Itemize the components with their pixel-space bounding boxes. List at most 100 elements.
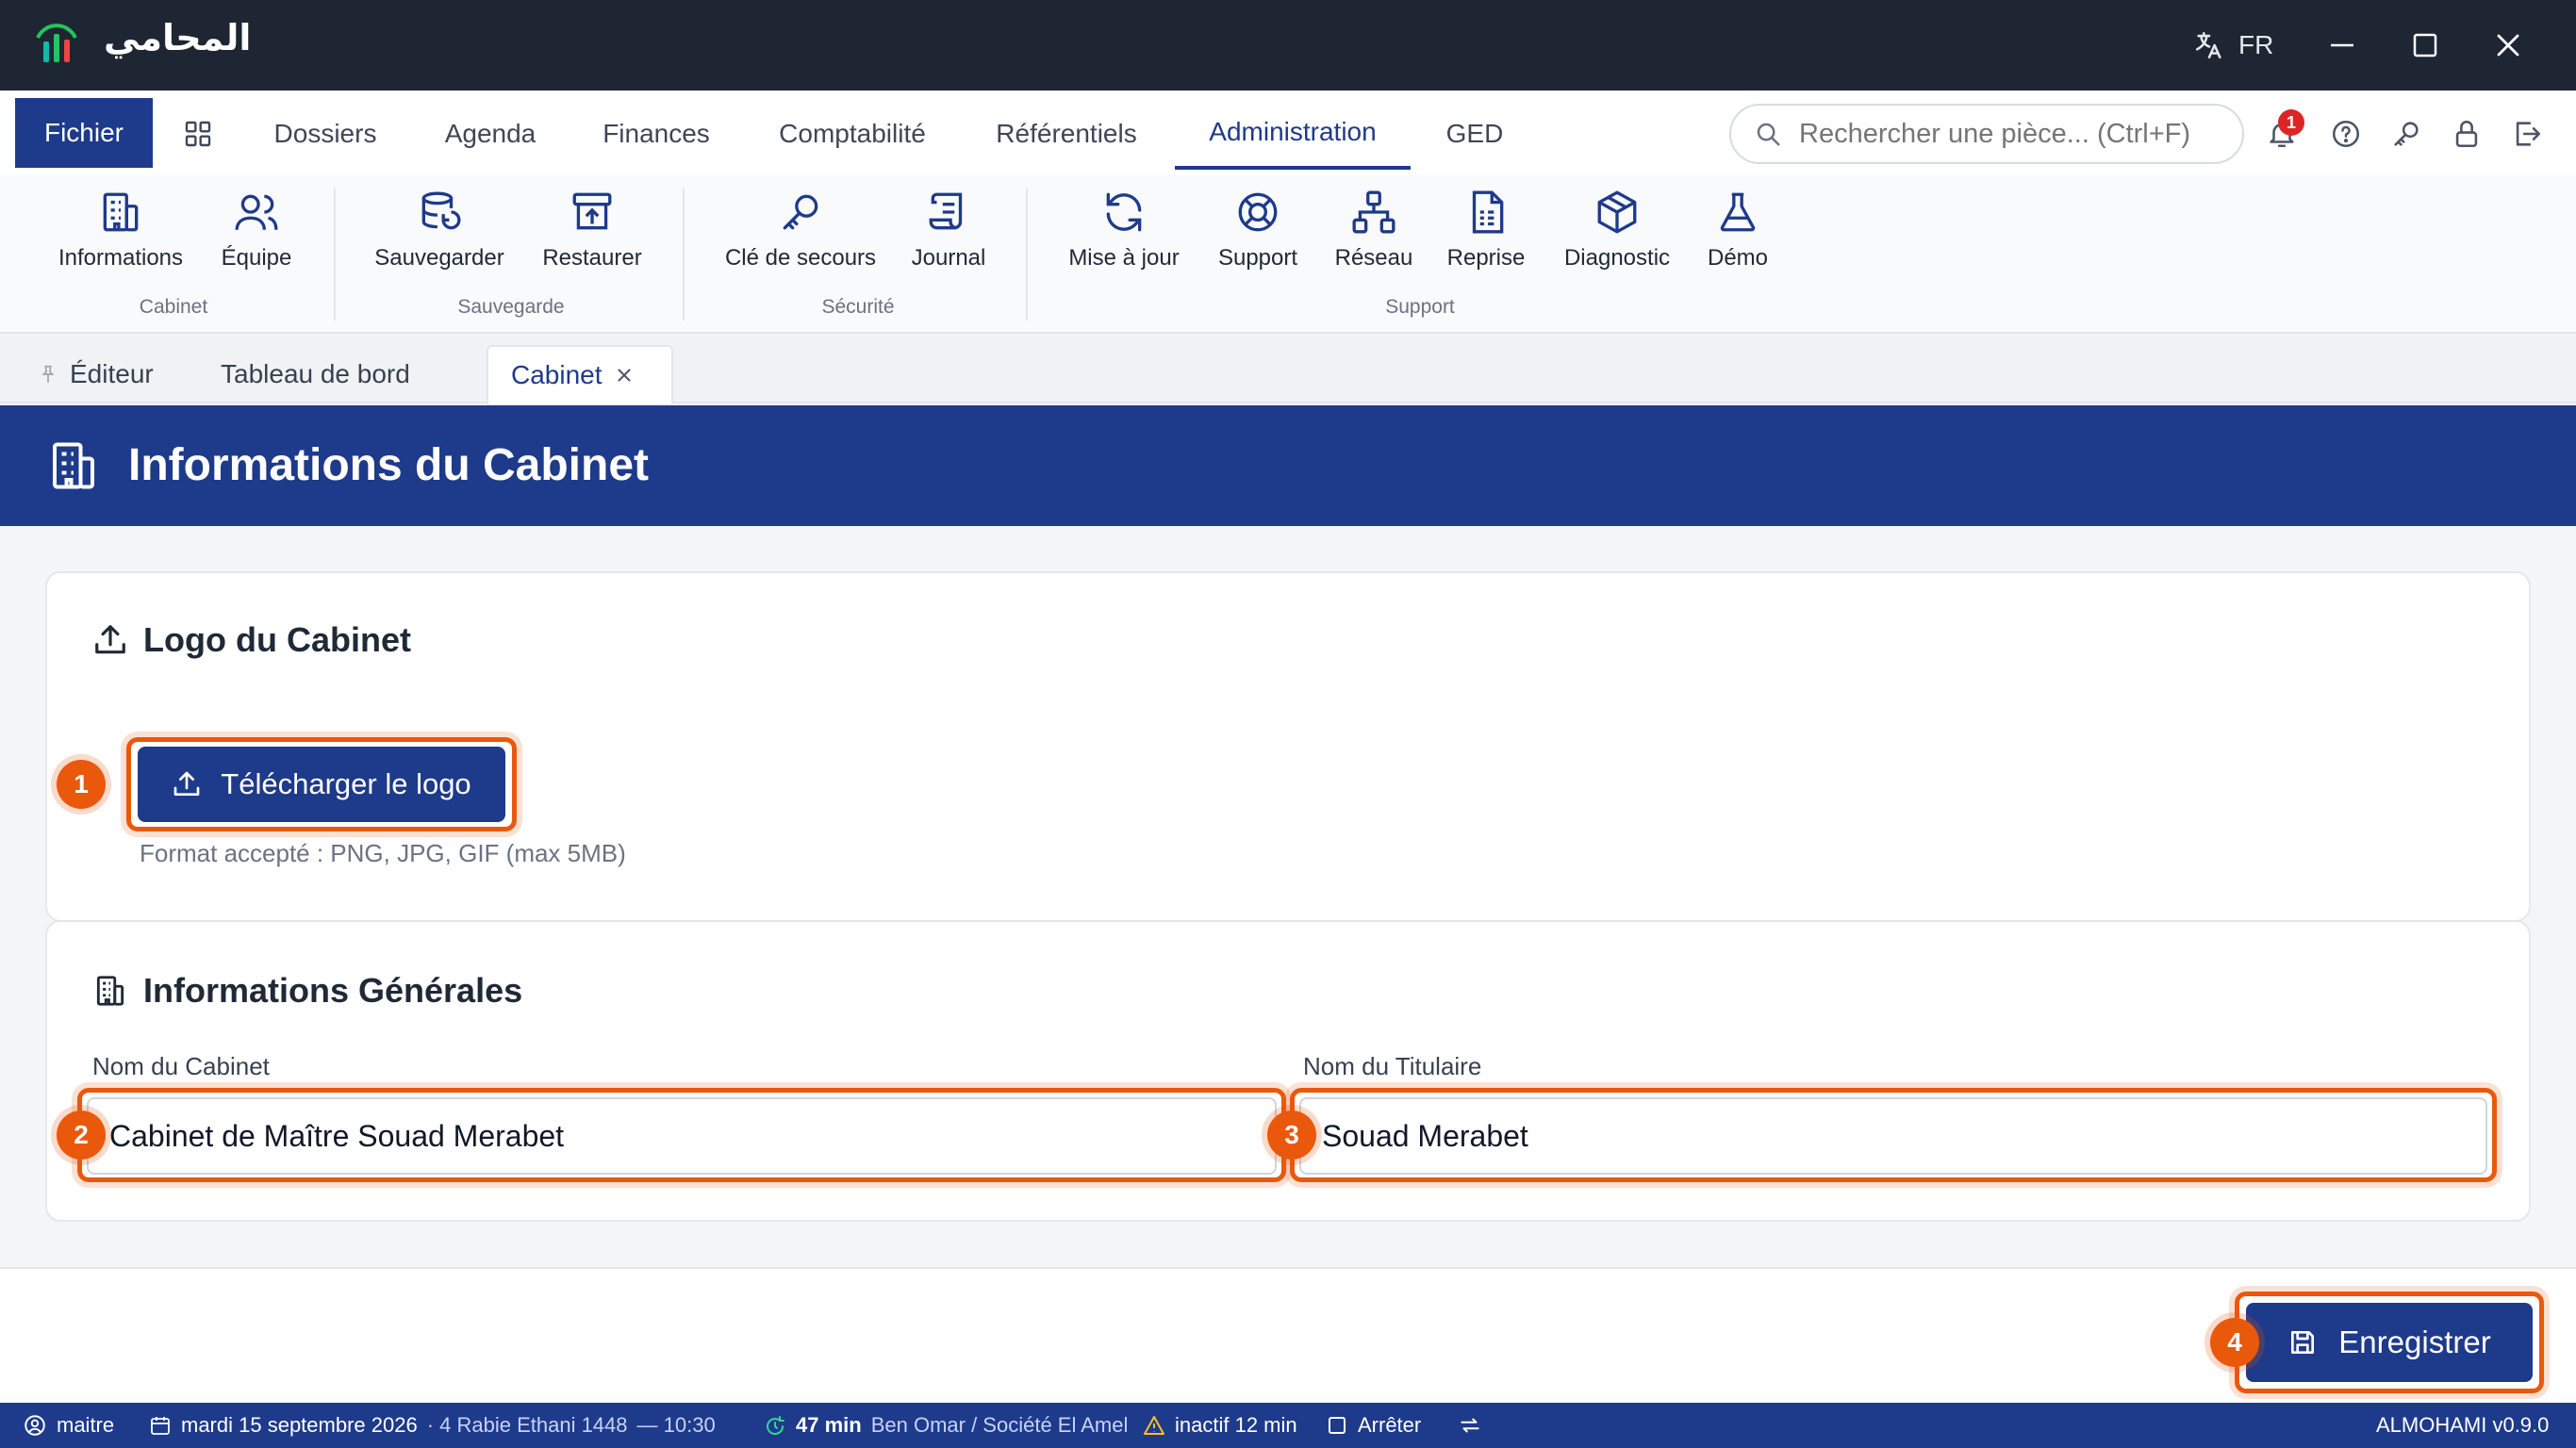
notifications-button[interactable]: 1 [2257,109,2306,158]
ribbon-separator [334,189,336,321]
ribbon-group-sauvegarde-label: Sauvegarde [457,296,565,318]
ribbon-support-label: Support [1217,245,1298,271]
lock-button[interactable] [2442,109,2491,158]
archive-restore-icon [572,192,612,230]
status-timer: 47 min Ben Omar / Société El Amel [764,1403,1128,1448]
ribbon-group-support-label: Support [1385,296,1455,318]
ribbon-reprise-label: Reprise [1446,245,1526,271]
status-bar: maitre mardi 15 septembre 2026 · 4 Rabie… [0,1403,2576,1448]
cabinet-name-input[interactable] [87,1097,1277,1175]
flask-icon [1720,192,1756,232]
ribbon-journal-label: Journal [911,245,986,271]
building-icon [103,192,139,232]
tab-dossiers[interactable]: Dossiers [260,98,390,170]
users-icon [235,194,278,230]
search-input[interactable] [1799,118,2214,150]
ribbon-group-cabinet-label: Cabinet [139,296,208,318]
status-inactive-text: inactif 12 min [1175,1413,1297,1437]
doc-tab-editeur-label: Éditeur [70,359,154,388]
language-label: FR [2238,30,2274,59]
tab-fichier[interactable]: Fichier [15,98,153,168]
ribbon-tab-bar: Fichier Dossiers Agenda Finances Comptab… [0,90,2576,175]
doc-tab-cabinet-label: Cabinet [511,360,603,389]
building-icon [53,442,94,489]
save-icon [2291,1331,2315,1354]
tab-comptabilite[interactable]: Comptabilité [760,98,945,170]
box-icon [1597,190,1637,234]
notification-count-badge: 1 [2278,109,2304,136]
help-icon [2332,120,2360,148]
ribbon-reprise-button[interactable]: Reprise [1441,189,1531,292]
ribbon-informations-label: Informations [58,245,184,271]
network-icon [1352,190,1395,234]
stop-square-icon [1329,1417,1346,1434]
step-marker-3: 3 [1267,1111,1316,1160]
ribbon-group-securite-label: Sécurité [821,296,895,318]
language-switcher[interactable]: FR [2193,25,2273,66]
status-user[interactable]: maitre [23,1403,114,1448]
status-version: ALMOHAMI v0.9.0 [2376,1413,2550,1437]
close-tab-icon[interactable] [614,365,635,386]
calendar-icon [151,1417,170,1435]
page-title: Informations du Cabinet [128,440,649,490]
status-switch-button[interactable] [1458,1403,1482,1448]
ribbon-sauvegarder-button[interactable]: Sauvegarder [372,189,507,292]
ribbon-journal-button[interactable]: Journal [901,189,996,292]
document-tab-bar: Éditeur Tableau de bord Cabinet [0,336,2576,403]
ribbon-separator [1026,189,1028,321]
search-box[interactable] [1729,104,2244,164]
save-button[interactable]: Enregistrer [2246,1303,2533,1382]
doc-tab-tableau-de-bord-label: Tableau de bord [221,359,410,388]
status-time: — 10:30 [636,1413,716,1437]
ribbon-cle-secours-button[interactable]: Clé de secours [720,189,881,292]
status-timer-value: 47 min [796,1413,862,1437]
status-stop-label: Arrêter [1358,1413,1422,1437]
status-gregorian-date: mardi 15 septembre 2026 [181,1413,418,1437]
holder-name-label: Nom du Titulaire [1303,1052,1482,1080]
translate-icon [2195,31,2221,59]
ribbon-demo-label: Démo [1707,245,1769,271]
minimize-icon [2331,43,2353,47]
warning-icon [1144,1416,1164,1435]
title-bar: المحامي FR [0,0,2576,90]
upload-logo-button[interactable]: Télécharger le logo [138,747,505,822]
key-button[interactable] [2382,109,2431,158]
ribbon-informations-button[interactable]: Informations [53,189,189,292]
ribbon-panel: Informations Équipe Cabinet Sauvegarder … [0,175,2576,334]
doc-tab-editeur[interactable]: Éditeur [38,345,154,403]
logo-section-title: Logo du Cabinet [92,620,411,660]
ribbon-equipe-label: Équipe [221,245,292,271]
maximize-button[interactable] [2403,23,2448,68]
tab-apps[interactable] [175,98,221,170]
save-label: Enregistrer [2338,1325,2491,1359]
ribbon-restaurer-button[interactable]: Restaurer [534,189,651,292]
tab-finances[interactable]: Finances [590,98,722,170]
ribbon-reseau-button[interactable]: Réseau [1328,189,1420,292]
ribbon-reseau-label: Réseau [1334,245,1413,271]
doc-tab-cabinet[interactable]: Cabinet [487,345,673,403]
doc-tab-tableau-de-bord[interactable]: Tableau de bord [221,345,410,403]
holder-name-input[interactable] [1299,1097,2487,1175]
ribbon-mise-a-jour-button[interactable]: Mise à jour [1060,189,1188,292]
database-backup-icon [421,191,461,230]
close-window-button[interactable] [2485,23,2531,68]
ribbon-support-button[interactable]: Support [1209,189,1307,292]
upload-icon [95,625,125,654]
ribbon-demo-button[interactable]: Démo [1695,189,1780,292]
help-button[interactable] [2321,109,2370,158]
status-stop-button[interactable]: Arrêter [1326,1403,1421,1448]
ribbon-equipe-button[interactable]: Équipe [207,189,305,292]
close-icon [2497,34,2519,57]
tab-agenda[interactable]: Agenda [428,98,553,170]
ribbon-diagnostic-button[interactable]: Diagnostic [1552,189,1682,292]
step-marker-4: 4 [2210,1318,2259,1367]
ribbon-cle-secours-label: Clé de secours [724,245,877,271]
tab-ged[interactable]: GED [1429,98,1520,170]
timer-icon [767,1416,784,1435]
logout-button[interactable] [2502,109,2551,158]
tab-referentiels[interactable]: Référentiels [983,98,1150,170]
tab-administration[interactable]: Administration [1175,98,1411,170]
app-logo-icon [36,24,77,62]
minimize-button[interactable] [2320,23,2365,68]
general-info-card: Informations Générales Nom du Cabinet 2 … [45,920,2531,1222]
